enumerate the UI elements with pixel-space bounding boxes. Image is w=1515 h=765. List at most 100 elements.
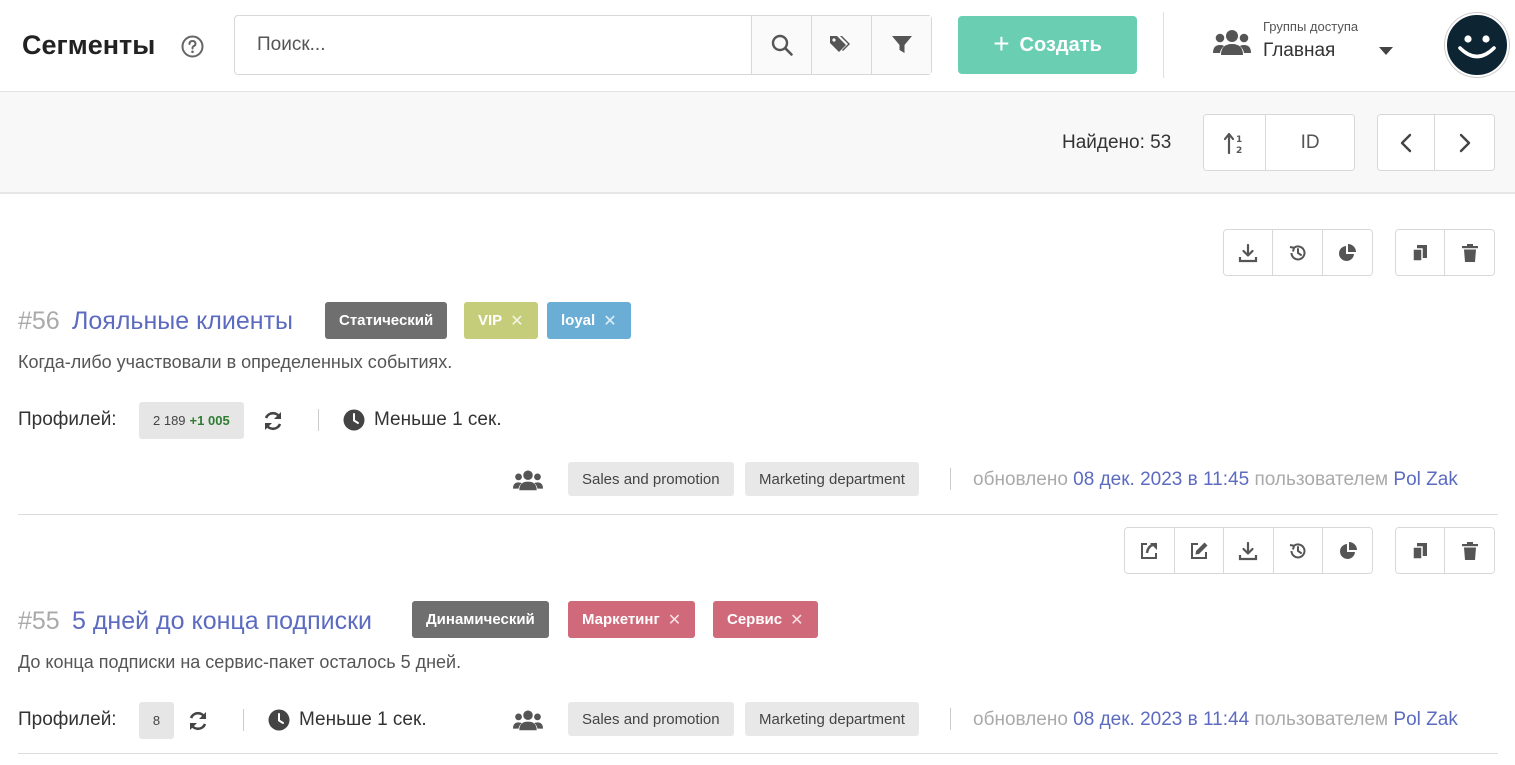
search-input[interactable] [235, 16, 751, 74]
edit-button[interactable] [1174, 528, 1225, 573]
download-button[interactable] [1224, 230, 1274, 275]
access-group-select[interactable]: Главная [1263, 40, 1335, 62]
edit-icon [1190, 542, 1208, 559]
profiles-count: 8 [139, 702, 174, 739]
help-icon[interactable] [181, 35, 204, 58]
delete-button[interactable] [1445, 230, 1494, 275]
segment-name-link[interactable]: 5 дней до конца подписки [72, 607, 372, 636]
chevron-right-icon [1459, 133, 1470, 152]
history-button[interactable] [1273, 528, 1324, 573]
divider [318, 409, 319, 431]
updated-by-prefix: пользователем [1254, 709, 1389, 730]
download-icon [1239, 541, 1258, 560]
calc-duration: Меньше 1 сек. [268, 709, 427, 731]
segment-description: До конца подписки на сервис-пакет остало… [18, 652, 462, 672]
plus-icon: + [993, 27, 1010, 59]
header: Сегменты + Создать Группы доступа Главна… [0, 0, 1515, 92]
updated-prefix: обновлено [973, 469, 1068, 490]
copy-button[interactable] [1396, 230, 1446, 275]
share-button[interactable] [1125, 528, 1175, 573]
history-icon [1289, 244, 1306, 260]
download-button[interactable] [1224, 528, 1274, 573]
profiles-count: 2 189 +1 005 [139, 402, 244, 439]
profiles-count-value: 8 [152, 713, 161, 728]
remove-tag-icon[interactable]: ✕ [603, 311, 616, 331]
updated-info: обновлено 08 дек. 2023 в 11:44 пользоват… [973, 709, 1458, 731]
remove-tag-icon[interactable]: ✕ [668, 610, 681, 630]
pie-chart-icon [1339, 243, 1357, 261]
pagination [1377, 114, 1495, 171]
department-tag: Marketing department [745, 462, 919, 496]
updated-user-link[interactable]: Pol Zak [1393, 709, 1457, 730]
segment-id: #56 [18, 307, 60, 335]
copy-icon [1412, 244, 1427, 262]
divider [243, 709, 244, 731]
create-button-label: Создать [1019, 33, 1102, 56]
chevron-left-icon [1400, 133, 1412, 152]
access-groups-label: Группы доступа [1263, 19, 1359, 34]
updated-by-prefix: пользователем [1254, 469, 1389, 490]
download-icon [1239, 243, 1258, 262]
segment-type-label: Статический [339, 312, 434, 329]
divider [950, 708, 951, 730]
next-page-button[interactable] [1435, 115, 1494, 170]
history-icon [1289, 542, 1306, 558]
history-button[interactable] [1273, 230, 1323, 275]
updated-date: 08 дек. 2023 в 11:45 [1073, 469, 1250, 490]
users-icon [513, 468, 543, 492]
divider [950, 468, 951, 490]
segment-name-link[interactable]: Лояльные клиенты [72, 307, 293, 336]
segment-type-badge: Статический [325, 302, 448, 339]
avatar[interactable] [1445, 13, 1509, 77]
tag-label: Сервис [727, 611, 783, 628]
segment-card: #55 5 дней до конца подписки Динамически… [0, 514, 1515, 754]
filter-button[interactable] [871, 16, 931, 74]
sort-direction-button[interactable]: 12 [1204, 115, 1267, 170]
refresh-icon [189, 711, 207, 731]
tags-icon [829, 36, 850, 52]
refresh-button[interactable] [262, 410, 284, 432]
tag-badge: Сервис ✕ [713, 601, 818, 638]
results-count: Найдено: 53 [1062, 132, 1172, 153]
duration-label: Меньше 1 сек. [299, 709, 427, 730]
department-tag: Marketing department [745, 702, 919, 736]
search-icon [771, 34, 793, 56]
department-tag: Sales and promotion [568, 702, 734, 736]
updated-user-link[interactable]: Pol Zak [1393, 469, 1457, 490]
card-divider [18, 753, 1498, 754]
create-button[interactable]: + Создать [958, 16, 1137, 74]
delete-button[interactable] [1445, 528, 1494, 573]
pie-chart-icon [1339, 541, 1357, 559]
chevron-down-icon[interactable] [1378, 46, 1394, 56]
prev-page-button[interactable] [1378, 115, 1436, 170]
remove-tag-icon[interactable]: ✕ [510, 311, 523, 331]
search-box [234, 15, 932, 75]
segment-manage-actions [1395, 229, 1495, 276]
segment-manage-actions [1395, 527, 1495, 574]
remove-tag-icon[interactable]: ✕ [790, 610, 803, 630]
analytics-button[interactable] [1322, 230, 1372, 275]
copy-button[interactable] [1396, 528, 1446, 573]
segment-type-badge: Динамический [412, 601, 549, 638]
svg-text:1: 1 [1236, 135, 1242, 145]
clock-icon [343, 409, 365, 431]
users-icon [513, 708, 543, 732]
search-button[interactable] [751, 16, 811, 74]
segment-id: #55 [18, 607, 60, 635]
copy-icon [1412, 542, 1427, 560]
sort-ascending-icon: 12 [1223, 132, 1242, 155]
segment-card: #56 Лояльные клиенты Статический VIP ✕ lo… [0, 194, 1515, 515]
sort-field-button[interactable]: ID [1266, 115, 1354, 170]
tag-badge: loyal ✕ [547, 302, 631, 339]
tags-filter-button[interactable] [811, 16, 871, 74]
trash-icon [1461, 243, 1478, 262]
tag-badge: VIP ✕ [464, 302, 538, 339]
analytics-button[interactable] [1323, 528, 1372, 573]
refresh-button[interactable] [187, 710, 209, 732]
profiles-count-delta: +1 005 [189, 413, 230, 428]
department-tag: Sales and promotion [568, 462, 734, 496]
duration-label: Меньше 1 сек. [374, 409, 502, 430]
updated-info: обновлено 08 дек. 2023 в 11:45 пользоват… [973, 469, 1458, 491]
updated-prefix: обновлено [973, 709, 1068, 730]
sort-controls: 12 ID [1203, 114, 1355, 171]
